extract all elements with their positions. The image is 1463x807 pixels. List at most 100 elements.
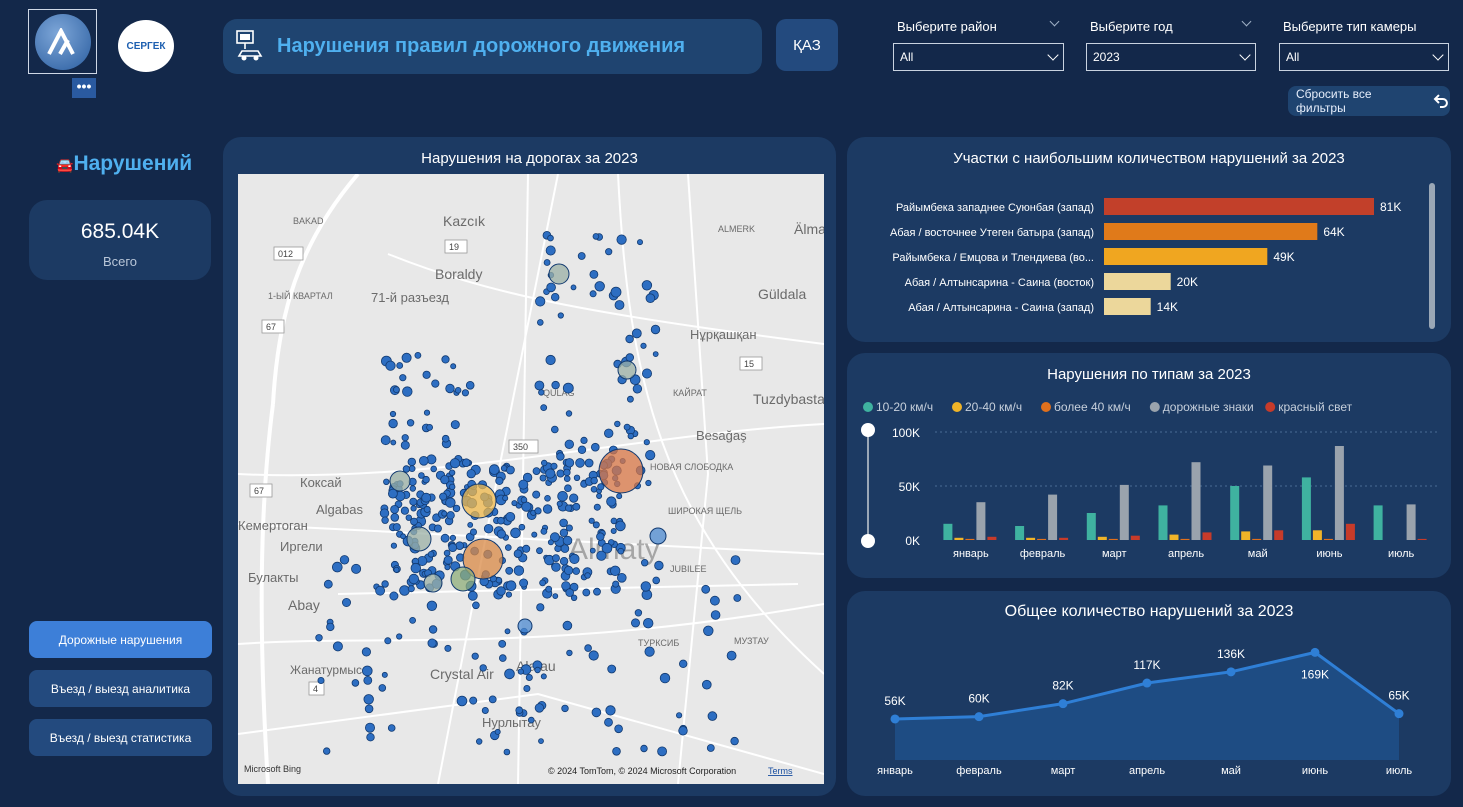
violation-point[interactable]	[390, 504, 400, 514]
violation-point[interactable]	[515, 706, 524, 714]
violation-point[interactable]	[570, 284, 577, 291]
violation-point[interactable]	[381, 516, 389, 524]
range-slider-handle-top[interactable]	[861, 423, 875, 437]
violation-point[interactable]	[505, 566, 514, 575]
violation-point[interactable]	[625, 334, 634, 344]
violation-point[interactable]	[400, 533, 407, 540]
violation-point[interactable]	[569, 553, 580, 564]
violation-point[interactable]	[616, 234, 627, 245]
violation-point[interactable]	[497, 516, 505, 525]
violation-point[interactable]	[472, 601, 480, 610]
violation-point[interactable]	[593, 587, 601, 596]
violation-point[interactable]	[483, 524, 494, 534]
violation-point[interactable]	[502, 495, 509, 502]
type-bar[interactable]	[1323, 538, 1333, 540]
type-bar[interactable]	[1373, 505, 1383, 540]
violation-point[interactable]	[322, 747, 331, 755]
violation-point[interactable]	[390, 542, 397, 549]
violation-point[interactable]	[418, 472, 425, 479]
violation-point[interactable]	[584, 572, 591, 579]
violation-point[interactable]	[332, 561, 343, 573]
violation-point[interactable]	[426, 423, 434, 431]
violation-point[interactable]	[610, 517, 618, 525]
chevron-down-icon[interactable]	[1241, 16, 1252, 27]
violation-point[interactable]	[675, 712, 683, 719]
violation-point[interactable]	[504, 544, 512, 551]
violation-point[interactable]	[339, 555, 350, 565]
violation-point[interactable]	[505, 591, 512, 598]
violation-point[interactable]	[401, 352, 412, 363]
violation-point[interactable]	[561, 704, 569, 713]
violation-point[interactable]	[615, 520, 626, 532]
violation-point[interactable]	[366, 733, 375, 742]
violation-point[interactable]	[385, 360, 396, 371]
violation-point[interactable]	[505, 511, 516, 522]
violation-point[interactable]	[531, 531, 538, 538]
violation-point[interactable]	[407, 585, 415, 593]
violation-point[interactable]	[565, 410, 573, 417]
violation-point[interactable]	[450, 420, 460, 430]
violation-point[interactable]	[456, 695, 468, 707]
violation-point[interactable]	[495, 476, 504, 485]
type-bar[interactable]	[1191, 462, 1201, 540]
violation-point[interactable]	[559, 518, 568, 528]
violation-point[interactable]	[522, 544, 531, 553]
violation-point[interactable]	[645, 449, 656, 461]
type-bar[interactable]	[965, 538, 975, 540]
violation-point[interactable]	[503, 748, 511, 756]
violation-point[interactable]	[389, 591, 399, 601]
violation-point[interactable]	[569, 493, 579, 503]
type-bar[interactable]	[1252, 538, 1262, 540]
type-bar[interactable]	[987, 536, 997, 540]
violation-point[interactable]	[701, 584, 711, 594]
violation-point[interactable]	[496, 529, 506, 539]
type-bar[interactable]	[954, 537, 964, 540]
section-bar[interactable]	[1104, 248, 1268, 265]
violation-point[interactable]	[575, 458, 585, 468]
violation-point[interactable]	[410, 562, 422, 574]
violation-point[interactable]	[414, 351, 422, 359]
violation-point[interactable]	[652, 351, 659, 358]
violation-point[interactable]	[422, 370, 431, 379]
violation-point[interactable]	[588, 517, 595, 524]
violation-point[interactable]	[563, 565, 574, 575]
violation-point[interactable]	[564, 484, 572, 493]
violation-point[interactable]	[654, 560, 664, 571]
violation-point[interactable]	[410, 505, 417, 512]
violation-point[interactable]	[706, 744, 715, 752]
violation-point[interactable]	[521, 501, 532, 512]
violation-point[interactable]	[710, 610, 721, 620]
violation-point[interactable]	[535, 296, 546, 307]
violation-point[interactable]	[538, 389, 545, 396]
violation-point[interactable]	[326, 622, 335, 632]
violation-point[interactable]	[466, 469, 476, 479]
violation-point[interactable]	[550, 462, 558, 470]
violation-point[interactable]	[563, 475, 571, 483]
nav-entry-exit-analytics-button[interactable]: Въезд / выезд аналитика	[29, 670, 212, 707]
violation-point[interactable]	[446, 511, 455, 520]
violation-point[interactable]	[378, 684, 387, 692]
violation-point[interactable]	[589, 270, 599, 279]
violation-point[interactable]	[469, 696, 478, 705]
type-bar[interactable]	[1274, 530, 1284, 540]
violation-point[interactable]	[323, 579, 333, 589]
violation-point[interactable]	[392, 386, 400, 394]
type-bar[interactable]	[1015, 526, 1025, 540]
violation-point[interactable]	[612, 746, 621, 756]
violation-point[interactable]	[481, 707, 489, 715]
map-terms-link[interactable]: Terms	[768, 766, 793, 776]
range-slider-handle-bottom[interactable]	[861, 534, 875, 548]
violation-point[interactable]	[593, 503, 601, 511]
violation-point[interactable]	[518, 523, 526, 531]
violation-point[interactable]	[534, 666, 541, 674]
violation-point[interactable]	[625, 353, 634, 362]
violation-point[interactable]	[556, 452, 565, 461]
violation-point[interactable]	[431, 379, 440, 388]
type-bar[interactable]	[1312, 530, 1322, 540]
violation-point[interactable]	[450, 363, 457, 370]
violation-point[interactable]	[315, 634, 323, 642]
violation-point[interactable]	[594, 281, 605, 292]
violation-point[interactable]	[632, 384, 643, 394]
violation-point[interactable]	[584, 458, 594, 468]
violation-point[interactable]	[427, 550, 435, 558]
